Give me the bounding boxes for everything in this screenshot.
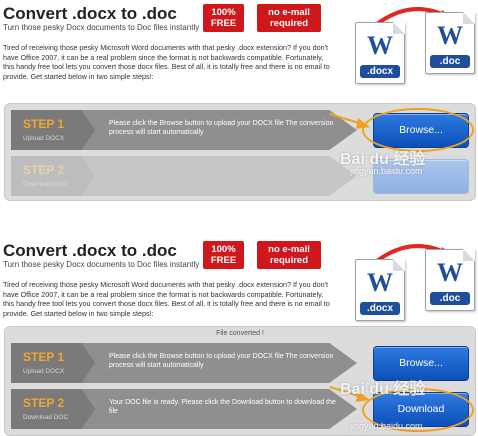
- word-doc-icon: W .doc: [425, 249, 475, 311]
- step-2-subtitle: Download DOC: [23, 181, 69, 188]
- step-2-subtitle: Download DOC: [23, 414, 69, 421]
- step-1-number: STEP 1: [23, 350, 65, 364]
- free-badge: 100% FREE: [203, 4, 244, 32]
- baidu-watermark-url: jingyan.baidu.com: [350, 166, 423, 176]
- conversion-status: File converted !: [216, 330, 264, 337]
- word-docx-icon: W .docx: [355, 259, 405, 321]
- step-2-number: STEP 2: [23, 163, 65, 177]
- orange-pointer-arrow-icon: [329, 113, 370, 129]
- step-1-number: STEP 1: [23, 117, 65, 131]
- step-1-instructions: Please click the Browse button to upload…: [109, 353, 334, 369]
- page-title: Convert .docx to .doc: [3, 4, 177, 23]
- converter-panel-before: Convert .docx to .doc Turn those pesky D…: [0, 0, 478, 218]
- intro-description: Tired of receiving those pesky Microsoft…: [3, 280, 330, 318]
- doc-label: .doc: [430, 292, 470, 305]
- intro-description: Tired of receiving those pesky Microsoft…: [3, 43, 330, 81]
- converter-panel-after: Convert .docx to .doc Turn those pesky D…: [0, 237, 478, 436]
- no-email-badge: no e-mail required: [257, 4, 321, 32]
- free-badge: 100% FREE: [203, 241, 244, 269]
- page-subtitle: Turn those pesky Docx documents to Doc f…: [3, 23, 200, 32]
- doc-label: .doc: [430, 55, 470, 68]
- step-2-instructions: Your DOC file is ready. Please click the…: [109, 399, 336, 415]
- step-1-subtitle: Upload DOCX: [23, 135, 65, 142]
- word-docx-icon: W .docx: [355, 22, 405, 84]
- word-doc-icon: W .doc: [425, 12, 475, 74]
- step-1-subtitle: Upload DOCX: [23, 368, 65, 375]
- docx-label: .docx: [360, 302, 400, 315]
- step-2-number: STEP 2: [23, 396, 65, 410]
- baidu-watermark-url: jingyan.baidu.com: [350, 421, 423, 431]
- no-email-badge: no e-mail required: [257, 241, 321, 269]
- baidu-watermark: Bai du 经验: [340, 381, 426, 398]
- page-subtitle: Turn those pesky Docx documents to Doc f…: [3, 260, 200, 269]
- docx-label: .docx: [360, 65, 400, 78]
- page-title: Convert .docx to .doc: [3, 241, 177, 260]
- step-1-instructions: Please click the Browse button to upload…: [109, 120, 334, 136]
